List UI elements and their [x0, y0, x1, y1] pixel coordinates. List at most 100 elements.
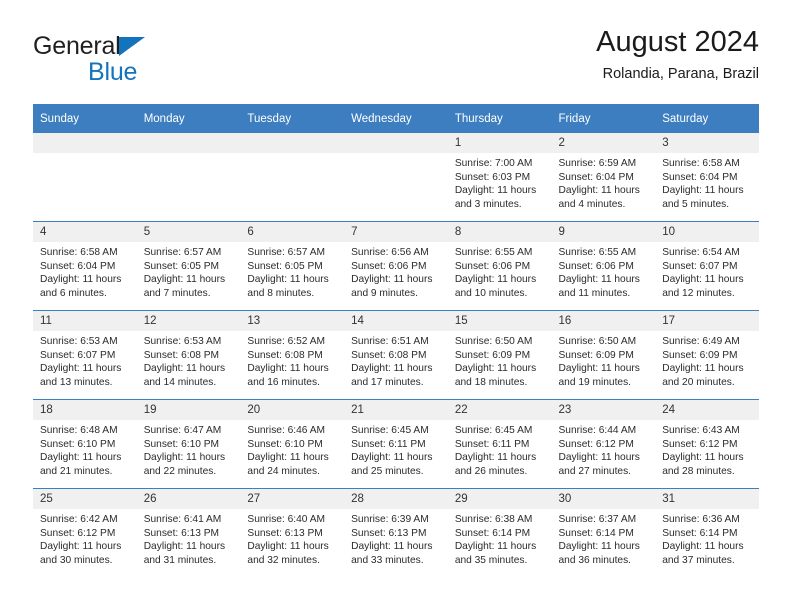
sunset-text: Sunset: 6:09 PM — [454, 349, 531, 361]
day-number — [136, 133, 241, 153]
calendar-day-cell[interactable]: 12 Sunrise: 6:53 AM Sunset: 6:08 PM Dayligh… — [136, 310, 241, 400]
weekday-header-sunday: Sunday — [33, 104, 137, 133]
calendar-day-cell[interactable]: 20 Sunrise: 6:46 AM Sunset: 6:10 PM Dayligh… — [240, 399, 345, 489]
sunrise-text: Sunrise: 6:45 AM — [454, 425, 533, 436]
calendar-day-cell[interactable]: 28 Sunrise: 6:39 AM Sunset: 6:13 PM Dayligh… — [344, 488, 448, 577]
daylight-text-line1: Daylight: 11 hours — [454, 185, 537, 196]
calendar-day-cell[interactable]: 16 Sunrise: 6:50 AM Sunset: 6:09 PM Dayligh… — [551, 310, 656, 400]
day-number: 30 — [551, 489, 656, 509]
daylight-text-line2: and 17 minutes. — [351, 376, 424, 388]
calendar-day-cell[interactable]: 15 Sunrise: 6:50 AM Sunset: 6:09 PM Dayligh… — [447, 310, 552, 400]
daylight-text-line2: and 24 minutes. — [247, 465, 320, 477]
calendar-day-cell[interactable]: 3 Sunrise: 6:58 AM Sunset: 6:04 PM Daylight… — [655, 133, 759, 222]
sunrise-text: Sunrise: 6:52 AM — [247, 336, 325, 347]
calendar-day-cell[interactable]: 31 Sunrise: 6:36 AM Sunset: 6:14 PM Dayligh… — [655, 488, 759, 577]
daylight-text-line1: Daylight: 11 hours — [247, 452, 329, 463]
sunrise-text: Sunrise: 6:38 AM — [454, 514, 533, 525]
calendar-day-cell[interactable]: 1 Sunrise: 7:00 AM Sunset: 6:03 PM Daylight… — [447, 133, 552, 222]
sunset-text: Sunset: 6:04 PM — [662, 171, 738, 183]
calendar-cell-empty — [33, 133, 137, 222]
sunrise-text: Sunrise: 6:58 AM — [662, 158, 740, 169]
sunset-text: Sunset: 6:11 PM — [454, 438, 530, 450]
day-details: Sunrise: 6:56 AM Sunset: 6:06 PM Daylight:… — [344, 242, 448, 300]
calendar-day-cell[interactable]: 24 Sunrise: 6:43 AM Sunset: 6:12 PM Dayligh… — [655, 399, 759, 489]
sunrise-text: Sunrise: 6:55 AM — [558, 247, 637, 258]
calendar-day-cell[interactable]: 25 Sunrise: 6:42 AM Sunset: 6:12 PM Dayligh… — [33, 488, 137, 577]
day-details: Sunrise: 6:58 AM Sunset: 6:04 PM Daylight:… — [33, 242, 137, 300]
calendar-day-cell[interactable]: 19 Sunrise: 6:47 AM Sunset: 6:10 PM Dayligh… — [136, 399, 241, 489]
calendar-day-cell[interactable]: 14 Sunrise: 6:51 AM Sunset: 6:08 PM Dayligh… — [344, 310, 448, 400]
sunrise-text: Sunrise: 6:44 AM — [558, 425, 637, 436]
day-details: Sunrise: 6:44 AM Sunset: 6:12 PM Daylight:… — [552, 420, 656, 478]
daylight-text-line2: and 37 minutes. — [662, 554, 735, 566]
weekday-header-monday: Monday — [136, 104, 241, 133]
calendar-day-cell[interactable]: 23 Sunrise: 6:44 AM Sunset: 6:12 PM Dayligh… — [551, 399, 656, 489]
sunrise-text: Sunrise: 6:39 AM — [351, 514, 429, 525]
sunrise-text: Sunrise: 6:54 AM — [662, 247, 740, 258]
calendar-day-cell[interactable]: 5 Sunrise: 6:57 AM Sunset: 6:05 PM Daylight… — [136, 221, 241, 311]
calendar-cell-empty — [344, 133, 448, 222]
sunset-text: Sunset: 6:05 PM — [247, 260, 323, 272]
logo-text-blue: Blue — [88, 58, 138, 86]
daylight-text-line1: Daylight: 11 hours — [558, 452, 640, 463]
day-number: 26 — [136, 489, 241, 509]
daylight-text-line1: Daylight: 11 hours — [40, 274, 122, 285]
calendar-day-cell[interactable]: 26 Sunrise: 6:41 AM Sunset: 6:13 PM Dayligh… — [136, 488, 241, 577]
sunrise-text: Sunrise: 6:49 AM — [662, 336, 740, 347]
sunrise-text: Sunrise: 6:50 AM — [454, 336, 533, 347]
day-number: 22 — [447, 400, 552, 420]
day-number: 21 — [344, 400, 448, 420]
day-details: Sunrise: 6:53 AM Sunset: 6:08 PM Daylight:… — [137, 331, 241, 389]
day-details: Sunrise: 6:55 AM Sunset: 6:06 PM Daylight:… — [552, 242, 656, 300]
calendar-day-cell[interactable]: 2 Sunrise: 6:59 AM Sunset: 6:04 PM Daylight… — [551, 133, 656, 222]
daylight-text-line2: and 35 minutes. — [454, 554, 528, 566]
calendar-day-cell[interactable]: 8 Sunrise: 6:55 AM Sunset: 6:06 PM Daylight… — [447, 221, 552, 311]
calendar-day-cell[interactable]: 29 Sunrise: 6:38 AM Sunset: 6:14 PM Dayligh… — [447, 488, 552, 577]
calendar-day-cell[interactable]: 13 Sunrise: 6:52 AM Sunset: 6:08 PM Dayligh… — [240, 310, 345, 400]
daylight-text-line1: Daylight: 11 hours — [143, 274, 226, 285]
calendar-day-cell[interactable]: 17 Sunrise: 6:49 AM Sunset: 6:09 PM Dayligh… — [655, 310, 759, 400]
calendar-day-cell[interactable]: 9 Sunrise: 6:55 AM Sunset: 6:06 PM Daylight… — [551, 221, 656, 311]
calendar-day-cell[interactable]: 11 Sunrise: 6:53 AM Sunset: 6:07 PM Dayligh… — [33, 310, 137, 400]
calendar-day-cell[interactable]: 6 Sunrise: 6:57 AM Sunset: 6:05 PM Daylight… — [240, 221, 345, 311]
calendar-day-cell[interactable]: 4 Sunrise: 6:58 AM Sunset: 6:04 PM Daylight… — [33, 221, 137, 311]
daylight-text-line2: and 14 minutes. — [143, 376, 217, 388]
daylight-text-line2: and 28 minutes. — [662, 465, 735, 477]
calendar-day-cell[interactable]: 18 Sunrise: 6:48 AM Sunset: 6:10 PM Dayligh… — [33, 399, 137, 489]
day-number: 4 — [33, 222, 137, 242]
calendar-day-cell[interactable]: 21 Sunrise: 6:45 AM Sunset: 6:11 PM Dayligh… — [344, 399, 448, 489]
day-details: Sunrise: 6:40 AM Sunset: 6:13 PM Daylight:… — [240, 509, 344, 567]
calendar-page: General Blue August 2024 Rolandia, Paran… — [0, 0, 792, 612]
general-blue-logo[interactable]: General Blue — [33, 34, 263, 94]
day-number: 3 — [655, 133, 759, 153]
sunrise-text: Sunrise: 6:59 AM — [558, 158, 637, 169]
calendar-day-cell[interactable]: 22 Sunrise: 6:45 AM Sunset: 6:11 PM Dayligh… — [447, 399, 552, 489]
calendar-day-cell[interactable]: 10 Sunrise: 6:54 AM Sunset: 6:07 PM Dayligh… — [655, 221, 759, 311]
day-details: Sunrise: 6:59 AM Sunset: 6:04 PM Daylight:… — [552, 153, 656, 211]
sunrise-text: Sunrise: 6:42 AM — [40, 514, 118, 525]
daylight-text-line1: Daylight: 11 hours — [143, 541, 226, 552]
daylight-text-line1: Daylight: 11 hours — [454, 363, 537, 374]
daylight-text-line1: Daylight: 11 hours — [662, 541, 744, 552]
sunset-text: Sunset: 6:13 PM — [143, 527, 220, 539]
daylight-text-line1: Daylight: 11 hours — [558, 541, 640, 552]
day-details: Sunrise: 6:55 AM Sunset: 6:06 PM Daylight:… — [448, 242, 552, 300]
calendar-header-row: Sunday Monday Tuesday Wednesday Thursday… — [33, 104, 759, 133]
day-details: Sunrise: 6:58 AM Sunset: 6:04 PM Daylight:… — [655, 153, 759, 211]
daylight-text-line2: and 6 minutes. — [40, 287, 107, 299]
day-number: 20 — [240, 400, 345, 420]
calendar-week-row: 4 Sunrise: 6:58 AM Sunset: 6:04 PM Daylight… — [33, 221, 759, 311]
sunset-text: Sunset: 6:04 PM — [40, 260, 116, 272]
sunset-text: Sunset: 6:06 PM — [558, 260, 634, 272]
calendar-day-cell[interactable]: 30 Sunrise: 6:37 AM Sunset: 6:14 PM Dayligh… — [551, 488, 656, 577]
daylight-text-line1: Daylight: 11 hours — [247, 274, 329, 285]
day-number — [33, 133, 137, 153]
sunset-text: Sunset: 6:07 PM — [662, 260, 738, 272]
calendar-day-cell[interactable]: 27 Sunrise: 6:40 AM Sunset: 6:13 PM Dayligh… — [240, 488, 345, 577]
weekday-header-saturday: Saturday — [655, 104, 759, 133]
calendar-body: 1 Sunrise: 7:00 AM Sunset: 6:03 PM Daylight… — [33, 133, 759, 577]
day-number: 8 — [447, 222, 552, 242]
calendar-day-cell[interactable]: 7 Sunrise: 6:56 AM Sunset: 6:06 PM Daylight… — [344, 221, 448, 311]
day-details: Sunrise: 6:41 AM Sunset: 6:13 PM Daylight:… — [137, 509, 241, 567]
calendar-week-row: 18 Sunrise: 6:48 AM Sunset: 6:10 PM Dayligh… — [33, 399, 759, 489]
